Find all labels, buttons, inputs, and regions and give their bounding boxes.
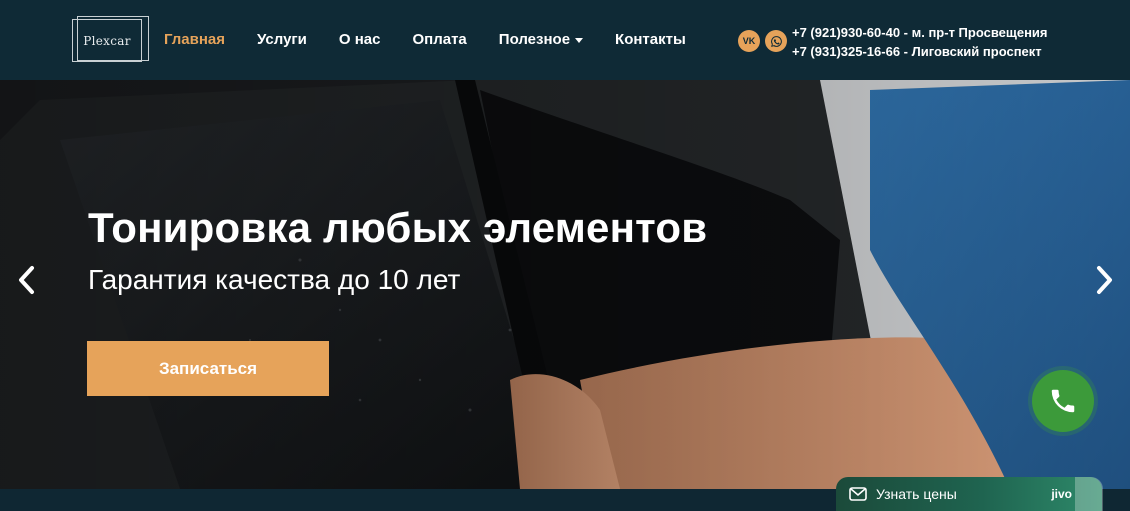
header-contacts: +7 (921)930-60-40 - м. пр-т Просвещения … <box>792 23 1048 61</box>
nav-item-contacts[interactable]: Контакты <box>615 31 686 48</box>
chevron-right-icon <box>1097 266 1112 294</box>
book-appointment-button[interactable]: Записаться <box>87 341 329 396</box>
slider-next-arrow[interactable] <box>1092 265 1116 295</box>
mail-icon <box>849 487 867 501</box>
whatsapp-icon[interactable] <box>765 30 787 52</box>
chat-label: Узнать цены <box>876 486 957 502</box>
chevron-left-icon <box>19 266 34 294</box>
social-links: VK <box>738 30 787 52</box>
nav-item-about[interactable]: О нас <box>339 31 381 48</box>
nav-item-services[interactable]: Услуги <box>257 31 307 48</box>
hero-slider: Тонировка любых элементов Гарантия качес… <box>0 80 1130 489</box>
chevron-down-icon <box>575 38 584 43</box>
nav-item-home[interactable]: Главная <box>164 31 225 48</box>
main-nav: Главная Услуги О нас Оплата Полезное Кон… <box>164 31 718 48</box>
hero-subtitle: Гарантия качества до 10 лет <box>88 264 461 295</box>
site-header: Plexcar Главная Услуги О нас Оплата Поле… <box>0 0 1130 80</box>
call-button[interactable] <box>1032 370 1094 432</box>
nav-item-payment[interactable]: Оплата <box>412 31 466 48</box>
jivo-logo: jivo <box>1051 487 1072 501</box>
chat-widget[interactable]: Узнать цены jivo <box>836 477 1103 511</box>
nav-item-useful[interactable]: Полезное <box>499 31 584 48</box>
phone-icon <box>1051 389 1075 413</box>
vk-icon[interactable]: VK <box>738 30 760 52</box>
slider-prev-arrow[interactable] <box>15 265 39 295</box>
hero-title: Тонировка любых элементов <box>88 204 708 251</box>
phone-prosveshcheniya[interactable]: +7 (921)930-60-40 - м. пр-т Просвещения <box>792 23 1048 42</box>
phone-ligovsky[interactable]: +7 (931)325-16-66 - Лиговский проспект <box>792 42 1048 61</box>
logo[interactable]: Plexcar <box>72 16 149 62</box>
logo-text: Plexcar <box>83 33 131 48</box>
